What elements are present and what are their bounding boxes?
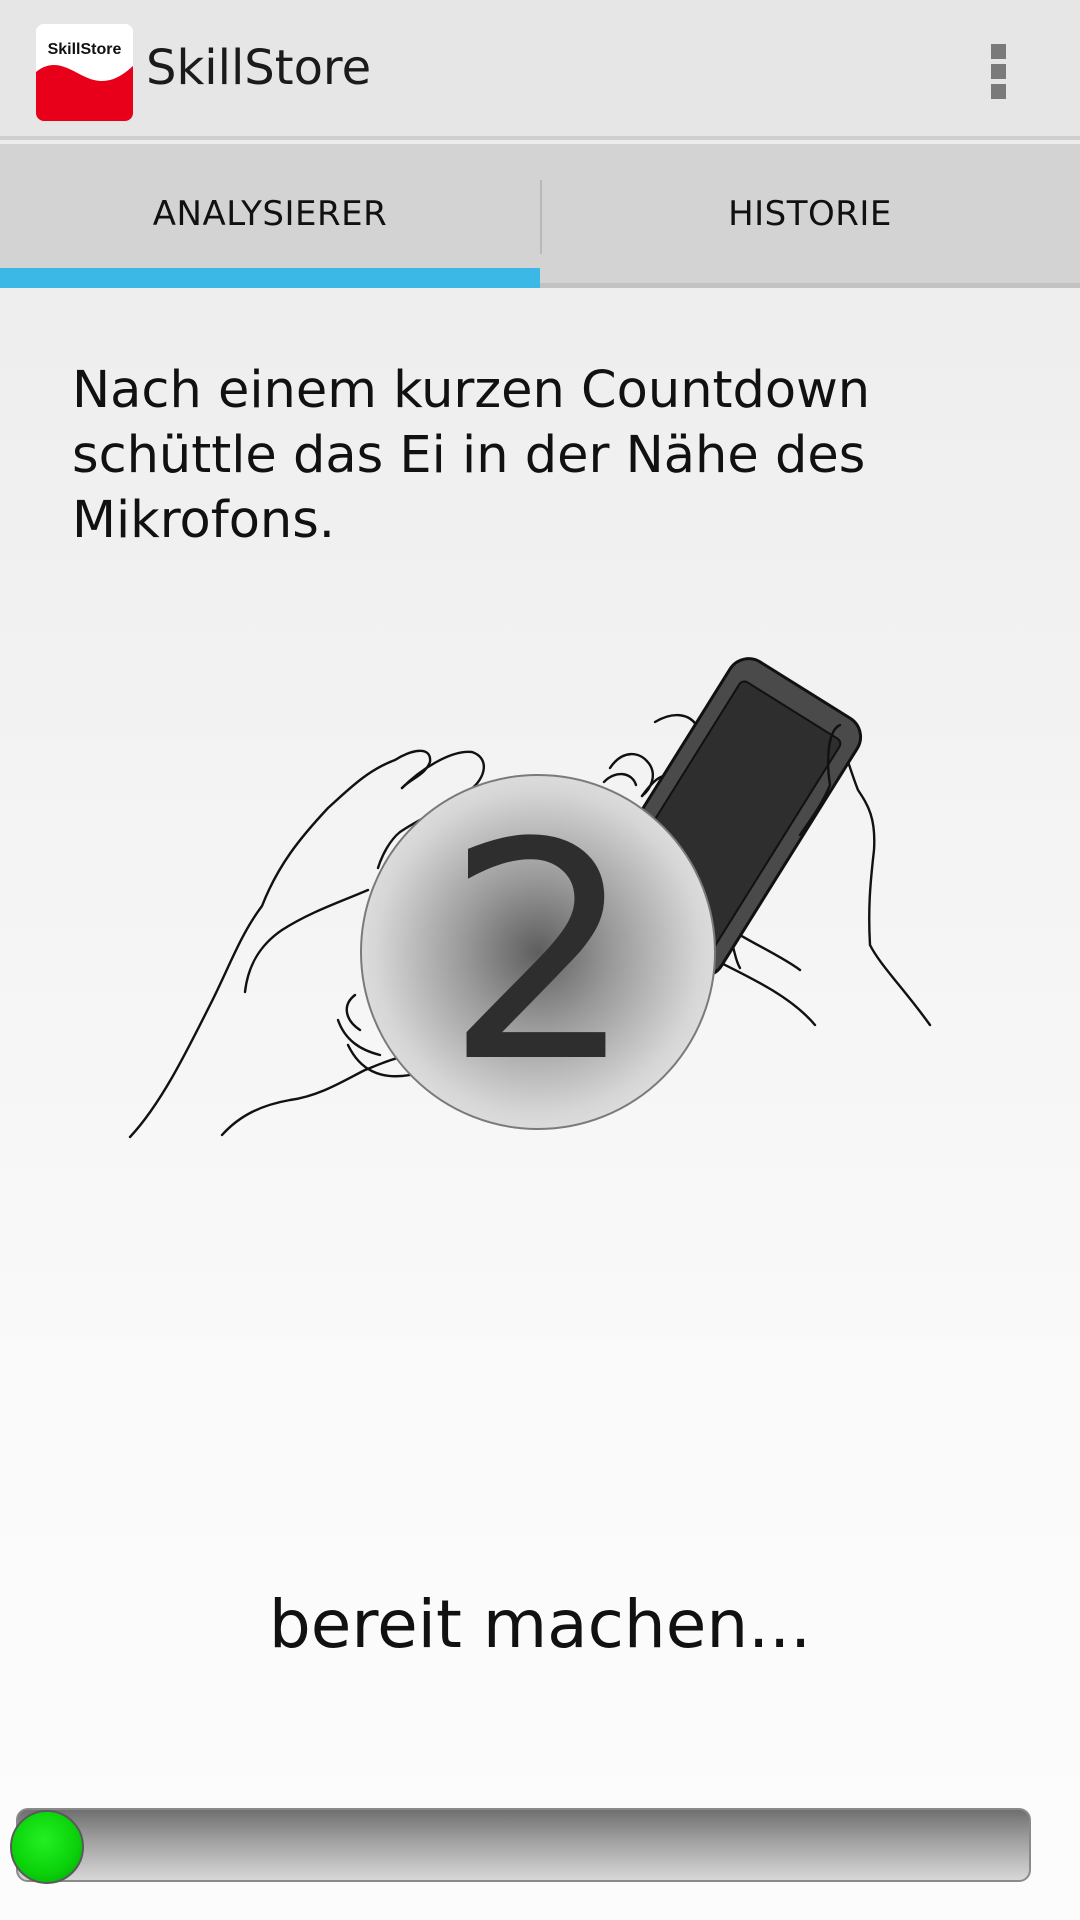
status-text: bereit machen... (268, 1586, 812, 1663)
countdown-number: 2 (444, 779, 636, 1128)
progress-track (16, 1808, 1031, 1882)
tab-bar: ANALYSIERER HISTORIE (0, 144, 1080, 288)
tab-analysierer[interactable]: ANALYSIERER (0, 144, 540, 283)
app-logo-icon: SkillStore (36, 24, 133, 121)
app-bar: SkillStore SkillStore (0, 0, 1080, 140)
app-logo-text: SkillStore (47, 41, 122, 58)
tab-selected-indicator (0, 268, 540, 288)
progress-knob (10, 1810, 84, 1884)
countdown-circle: 2 (360, 774, 716, 1130)
app-title: SkillStore (146, 40, 372, 96)
more-vert-icon[interactable] (978, 36, 1018, 108)
instruction-text: Nach einem kurzen Countdown schüttle das… (72, 361, 871, 550)
tab-historie[interactable]: HISTORIE (540, 144, 1080, 283)
